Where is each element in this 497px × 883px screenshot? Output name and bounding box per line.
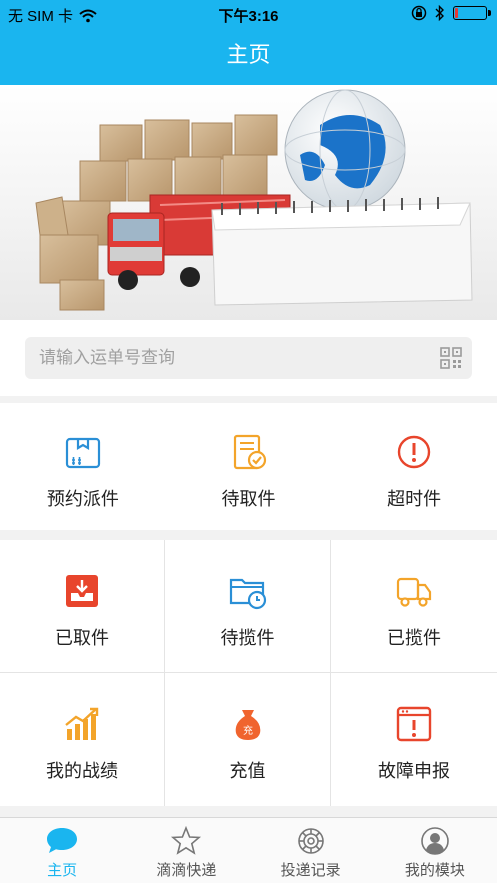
quick-action-label: 超时件 [387, 489, 442, 509]
status-bar: 无 SIM 卡 下午3:16 [0, 0, 497, 28]
tab-didi-express[interactable]: 滴滴快递 [124, 818, 248, 883]
tab-label: 主页 [47, 862, 78, 879]
grid-item-label: 待揽件 [220, 628, 275, 648]
quick-actions: 预约派件 待取件 超时件 [0, 403, 497, 530]
money-bag-icon: 充 [235, 710, 260, 740]
page-title: 主页 [226, 42, 271, 67]
grid-item-awaiting-collection[interactable]: 待揽件 [165, 540, 331, 673]
qr-code-icon[interactable] [440, 347, 462, 369]
battery-icon [453, 6, 491, 20]
inbox-download-icon [66, 575, 98, 607]
alert-circle-icon [397, 435, 431, 469]
quick-action-overdue[interactable]: 超时件 [331, 403, 497, 530]
tab-label: 我的模块 [404, 862, 465, 879]
document-check-icon [233, 434, 266, 470]
tab-my-modules[interactable]: 我的模块 [373, 818, 497, 883]
search-bar[interactable] [25, 337, 472, 379]
logistics-banner-illustration [0, 85, 497, 320]
grid-item-label: 充值 [229, 761, 266, 781]
grid-item-picked-up[interactable]: 已取件 [0, 540, 165, 673]
tab-label: 投递记录 [280, 862, 341, 879]
tab-bar: 主页 滴滴快递 投递记录 我的模块 [0, 817, 497, 883]
status-right [411, 5, 491, 21]
battery-fill [455, 8, 459, 18]
grid-item-label: 故障申报 [378, 761, 450, 781]
svg-text:充: 充 [243, 724, 253, 737]
package-box-icon [65, 437, 100, 469]
grid-item-label: 我的战绩 [46, 761, 118, 781]
star-icon [171, 826, 202, 855]
user-icon [421, 827, 449, 855]
folder-clock-icon [229, 578, 266, 610]
alert-window-icon [396, 706, 432, 742]
tab-home[interactable]: 主页 [0, 818, 124, 883]
grid-item-label: 已揽件 [387, 628, 441, 648]
quick-action-label: 待取件 [221, 489, 276, 509]
grid-item-recharge[interactable]: 充 充值 [165, 673, 331, 806]
tracking-number-input[interactable] [39, 337, 429, 379]
calendar [211, 197, 473, 306]
quick-action-scheduled-delivery[interactable]: 预约派件 [0, 403, 166, 530]
tab-delivery-records[interactable]: 投递记录 [249, 818, 373, 883]
tab-label: 滴滴快递 [156, 862, 217, 879]
bluetooth-icon [435, 5, 444, 21]
bar-chart-up-icon [65, 707, 99, 740]
grid-item-label: 已取件 [55, 628, 109, 648]
gear-icon [297, 828, 324, 854]
quick-action-label: 预约派件 [46, 489, 119, 509]
chat-bubble-icon [47, 828, 78, 853]
grid-item-collected[interactable]: 已揽件 [331, 540, 497, 673]
function-grid: 已取件 待揽件 已揽件 我的战绩 充 充值 故障申报 [0, 540, 497, 806]
banner-image[interactable] [0, 85, 497, 320]
search-section [0, 320, 497, 396]
delivery-truck-icon [396, 577, 432, 607]
navbar: 主页 [0, 28, 497, 85]
globe [284, 89, 406, 211]
grid-item-my-performance[interactable]: 我的战绩 [0, 673, 165, 806]
quick-action-pending-pickup[interactable]: 待取件 [166, 403, 332, 530]
orientation-lock-icon [411, 5, 427, 21]
grid-item-fault-report[interactable]: 故障申报 [331, 673, 497, 806]
